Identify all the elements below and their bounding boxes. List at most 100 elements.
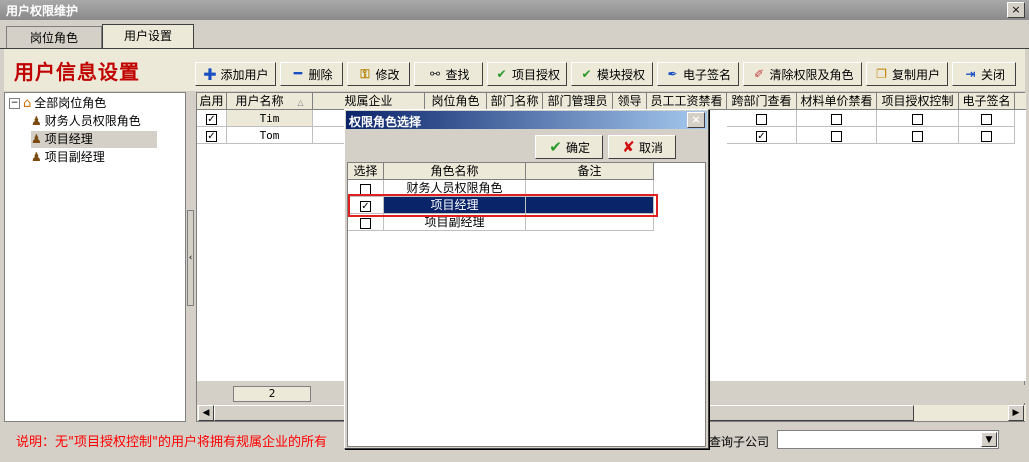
checkmark-icon: ✔	[581, 66, 592, 81]
row1-project-auth-checkbox[interactable]	[877, 110, 959, 127]
e-sign-button[interactable]: ✒ 电子签名	[657, 62, 739, 86]
tree-item-project-manager[interactable]: ♟ 项目经理	[31, 131, 157, 148]
tab-position-roles[interactable]: 岗位角色	[6, 26, 102, 48]
checkbox-icon	[360, 217, 371, 229]
user-group-icon: ♟	[31, 150, 42, 164]
exit-door-icon: ⇥	[965, 66, 976, 81]
copy-icon: ❐	[876, 66, 887, 81]
dialog-title: 权限角色选择	[349, 115, 422, 129]
row1-esign-checkbox[interactable]	[959, 110, 1015, 127]
row1-username[interactable]: Tim	[227, 110, 313, 127]
status-note: 说明：无"项目授权控制"的用户将拥有规属企业的所有	[16, 435, 327, 450]
checkbox-icon	[912, 130, 923, 142]
dialog-header-role-name[interactable]: 角色名称	[384, 163, 526, 180]
checkbox-icon: ✓	[756, 130, 767, 142]
tree-item-label: 财务人员权限角色	[44, 114, 141, 128]
scroll-left-icon[interactable]: ◀	[198, 405, 214, 421]
row2-enabled-checkbox[interactable]: ✓	[197, 127, 227, 144]
clear-roles-button[interactable]: ✐ 清除权限及角色	[743, 62, 862, 86]
binoculars-icon: ⚯	[429, 66, 441, 81]
dialog-ok-label: 确定	[565, 140, 590, 155]
project-auth-label: 项目授权	[511, 67, 560, 82]
add-user-button[interactable]: ✚ 添加用户	[195, 62, 276, 86]
record-count: 2	[233, 386, 311, 402]
dialog-header-select[interactable]: 选择	[348, 163, 384, 180]
row2-username[interactable]: Tom	[227, 127, 313, 144]
sub-company-label: 查询子公司	[709, 435, 770, 449]
checkbox-icon: ✓	[206, 130, 217, 142]
row2-material-price-checkbox[interactable]	[797, 127, 877, 144]
add-user-label: 添加用户	[220, 67, 269, 82]
collapse-icon[interactable]: −	[9, 98, 20, 109]
tree-item-label: 项目经理	[44, 132, 93, 146]
grid-header-username-label: 用户名称	[235, 94, 284, 108]
window-title: 用户权限维护	[6, 4, 79, 18]
dialog-header-remark[interactable]: 备注	[526, 163, 654, 180]
delete-label: 删除	[308, 67, 333, 82]
minus-icon: ━	[293, 65, 303, 82]
grid-header-material-price[interactable]: 材料单价禁看	[797, 93, 877, 110]
grid-header-cross-dept[interactable]: 跨部门查看	[727, 93, 797, 110]
find-button[interactable]: ⚯ 查找	[414, 62, 483, 86]
checkbox-icon	[831, 130, 842, 142]
grid-header-dept-name[interactable]: 部门名称	[487, 93, 543, 110]
checkbox-icon	[756, 113, 767, 125]
row1-cross-dept-checkbox[interactable]	[727, 110, 797, 127]
splitter-handle[interactable]: ‹	[187, 210, 194, 306]
dialog-cancel-button[interactable]: ✘ 取消	[608, 135, 676, 159]
grid-header-project-auth[interactable]: 项目授权控制	[877, 93, 959, 110]
project-auth-button[interactable]: ✔ 项目授权	[487, 62, 567, 86]
dialog-ok-button[interactable]: ✔ 确定	[535, 135, 603, 159]
grid-header-salary-hide[interactable]: 员工工资禁看	[647, 93, 727, 110]
delete-button[interactable]: ━ 删除	[280, 62, 343, 86]
row2-esign-checkbox[interactable]	[959, 127, 1015, 144]
grid-header-dept-admin[interactable]: 部门管理员	[543, 93, 613, 110]
scroll-right-icon[interactable]: ▶	[1008, 405, 1024, 421]
tree-item-finance-role[interactable]: ♟ 财务人员权限角色	[31, 113, 141, 130]
plus-icon: ✚	[203, 64, 217, 84]
broom-icon: ✐	[753, 66, 765, 81]
row2-project-auth-checkbox[interactable]	[877, 127, 959, 144]
dialog-titlebar: 权限角色选择 ×	[346, 111, 707, 129]
grid-header-position-role[interactable]: 岗位角色	[425, 93, 487, 110]
key-icon: ⚿	[360, 66, 370, 81]
sort-asc-icon: △	[297, 98, 304, 107]
tree-item-deputy-manager[interactable]: ♟ 项目副经理	[31, 149, 105, 166]
dialog-cancel-label: 取消	[638, 140, 663, 155]
window-close-icon[interactable]: ×	[1007, 2, 1025, 18]
clear-roles-label: 清除权限及角色	[769, 67, 854, 82]
grid-header-enabled[interactable]: 启用	[197, 93, 227, 110]
role-select-dialog: 权限角色选择 × ✔ 确定 ✘ 取消 选择 角色名称 备注 财务人员权限角色 ✓…	[344, 109, 709, 449]
modify-label: 修改	[375, 67, 400, 82]
chevron-down-icon[interactable]: ▼	[981, 432, 997, 447]
tab-user-settings[interactable]: 用户设置	[102, 24, 194, 49]
checkbox-icon: ✓	[206, 113, 217, 125]
e-sign-label: 电子签名	[682, 67, 731, 82]
copy-user-button[interactable]: ❐ 复制用户	[866, 62, 948, 86]
selection-highlight-box	[348, 194, 658, 217]
home-icon: ⌂	[23, 96, 32, 111]
window-titlebar: 用户权限维护 ×	[0, 0, 1029, 20]
close-label: 关闭	[980, 67, 1005, 82]
sub-company-select[interactable]: ▼	[777, 430, 999, 449]
tree-root[interactable]: − ⌂ 全部岗位角色	[9, 95, 106, 112]
grid-header-username[interactable]: 用户名称 △	[227, 93, 313, 110]
module-auth-button[interactable]: ✔ 模块授权	[571, 62, 653, 86]
checkmark-icon: ✔	[549, 137, 562, 156]
dialog-close-icon[interactable]: ×	[687, 112, 705, 128]
checkbox-icon	[912, 113, 923, 125]
modify-button[interactable]: ⚿ 修改	[347, 62, 410, 86]
grid-header-filler	[1015, 93, 1026, 110]
row1-enabled-checkbox[interactable]: ✓	[197, 110, 227, 127]
pen-icon: ✒	[667, 66, 678, 81]
row2-cross-dept-checkbox[interactable]: ✓	[727, 127, 797, 144]
grid-header-company[interactable]: 规属企业	[313, 93, 425, 110]
tree-root-label: 全部岗位角色	[34, 96, 107, 110]
user-group-icon: ♟	[31, 132, 42, 146]
close-x-icon: ✘	[622, 137, 635, 156]
row1-material-price-checkbox[interactable]	[797, 110, 877, 127]
grid-header-esign[interactable]: 电子签名	[959, 93, 1015, 110]
checkbox-icon	[981, 130, 992, 142]
grid-header-leader[interactable]: 领导	[613, 93, 647, 110]
close-button[interactable]: ⇥ 关闭	[952, 62, 1016, 86]
